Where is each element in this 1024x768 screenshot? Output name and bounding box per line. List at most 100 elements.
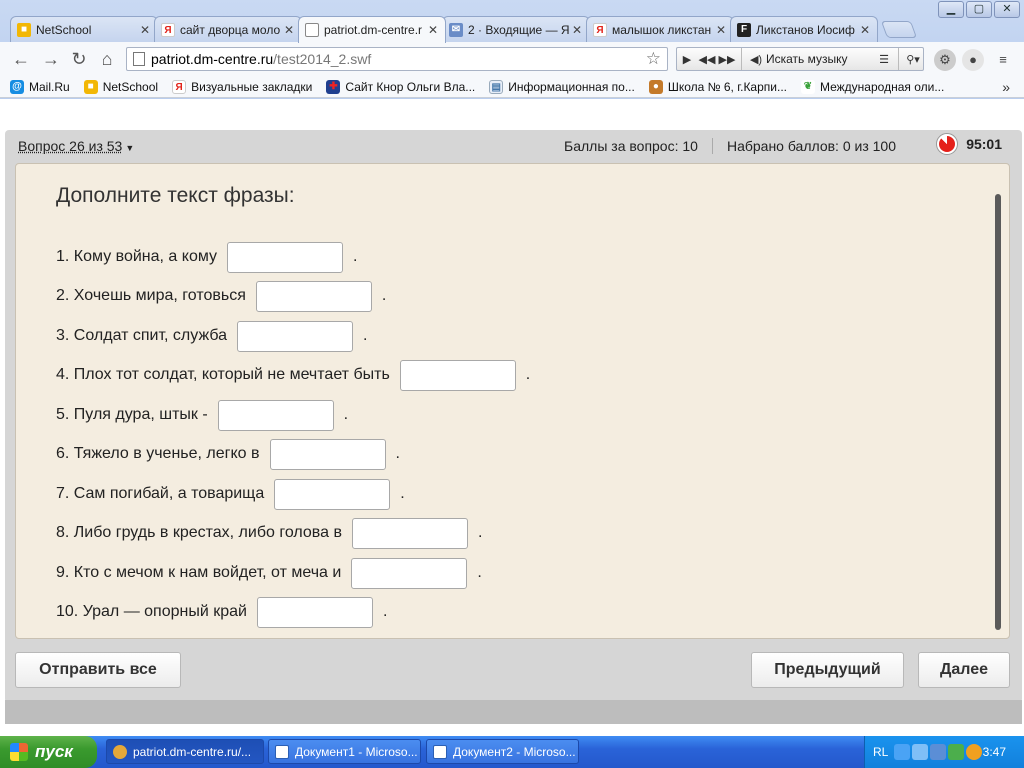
close-tab-icon[interactable]: ✕ [283,23,295,37]
tab-likstanov[interactable]: F Ликстанов Иосиф ✕ [730,16,878,42]
close-tab-icon[interactable]: ✕ [139,23,151,37]
submit-all-button[interactable]: Отправить все [15,652,181,688]
close-window-button[interactable]: ✕ [994,1,1020,18]
tray-back-icon[interactable] [894,744,910,760]
menu-icon[interactable]: ≡ [992,49,1014,71]
phrase-text: 4. Плох тот солдат, который не мечтает б… [56,366,390,383]
star-icon[interactable]: ☆ [646,49,661,69]
bookmark-netschool[interactable]: ■ NetSchool [83,79,158,94]
answer-input[interactable] [237,320,354,352]
yandex-icon: Я [593,22,607,37]
bookmark-label: Визуальные закладки [191,79,313,94]
tab-title: малышок ликстан [612,22,712,37]
bookmark-mailru[interactable]: @ Mail.Ru [10,79,70,94]
bookmarks-bar: @ Mail.Ru ■ NetSchool Я Визуальные закладки… [0,76,1024,98]
next-button[interactable]: Далее [918,652,1010,688]
minimize-button[interactable]: ▁ [938,1,964,18]
answer-input[interactable] [256,596,373,628]
word-icon [433,744,447,759]
language-indicator[interactable]: RL [873,745,888,759]
bookmark-olympiad[interactable]: ❦ Международная оли... [800,79,944,94]
answer-input[interactable] [255,280,372,312]
bookmark-label: Информационная по... [508,79,635,94]
window-controls: ▁ ▢ ✕ [938,1,1020,18]
close-tab-icon[interactable]: ✕ [859,23,871,37]
tab-malyshok[interactable]: Я малышок ликстан ✕ [586,16,734,42]
answer-input[interactable] [399,359,516,391]
windows-logo-icon [10,743,28,761]
phrase-text: 7. Сам погибай, а товарища [56,485,265,502]
forward-icon[interactable]: → [40,48,62,70]
close-tab-icon[interactable]: ✕ [715,23,727,37]
start-button[interactable]: пуск [0,736,97,768]
taskbar-item[interactable]: Документ2 - Microso... [426,739,579,764]
close-tab-icon[interactable]: ✕ [427,23,439,37]
bookmark-knor[interactable]: ✚ Сайт Кнор Ольги Вла... [326,79,476,94]
system-tray: RL 3:47 [864,736,1024,768]
back-icon[interactable]: ← [10,48,32,70]
previous-button[interactable]: Предыдущий [751,652,904,688]
monitor-icon[interactable] [930,744,946,760]
phrase-period: . [363,327,368,344]
more-bookmarks-icon[interactable]: » [1002,79,1010,95]
tray-app-icon[interactable] [966,744,982,760]
phrase-line: 9. Кто с мечом к нам войдет, от меча и . [56,557,482,589]
page-icon [305,23,319,37]
tab-title: 2 · Входящие — Я [468,22,570,37]
leaf-icon: ❦ [800,79,815,94]
address-bar[interactable]: patriot.dm-centre.ru/test2014_2.swf ☆ [126,47,668,71]
footer-strip [5,700,1022,724]
clock-icon [936,133,959,155]
answer-input[interactable] [274,478,391,510]
phrase-period: . [400,485,405,502]
fast-forward-icon[interactable]: ▶▶ [717,53,737,66]
uk-flag-icon: ✚ [326,79,341,94]
music-search-input[interactable]: Искать музыку [766,52,874,66]
taskbar-item[interactable]: Документ1 - Microso... [268,739,421,764]
answer-input[interactable] [351,557,468,589]
bookmark-visual[interactable]: Я Визуальные закладки [172,79,313,94]
notification-icon[interactable]: ● [962,49,984,71]
netschool-icon: ■ [83,79,98,94]
phrase-period: . [343,406,349,423]
tab-netschool[interactable]: ■ NetSchool ✕ [10,16,158,42]
speaker-icon[interactable]: ◀) [746,53,766,66]
answer-input[interactable] [217,399,334,431]
answer-input[interactable] [227,241,344,273]
scrollbar[interactable] [995,194,1001,630]
bookmark-label: Сайт Кнор Ольги Вла... [345,79,476,94]
rewind-icon[interactable]: ◀◀ [697,53,717,66]
word-icon [275,744,289,759]
network-icon[interactable] [912,744,928,760]
phrase-line: 10. Урал — опорный край . [56,596,388,628]
nvidia-icon[interactable] [948,744,964,760]
play-icon[interactable]: ▶ [677,53,697,66]
windows-taskbar: пуск patriot.dm-centre.ru/... Документ1 … [0,736,1024,768]
phrase-period: . [382,603,388,620]
divider [898,48,899,70]
new-tab-button[interactable] [880,21,918,38]
home-icon[interactable]: ⌂ [96,48,118,70]
bookmark-school[interactable]: ● Школа № 6, г.Карпи... [648,79,787,94]
browser-toolbar: ← → ↻ ⌂ patriot.dm-centre.ru/test2014_2.… [0,42,1024,76]
fr-icon: F [737,22,751,37]
answer-input[interactable] [269,438,386,470]
phrase-period: . [477,524,483,541]
reload-icon[interactable]: ↻ [68,48,90,70]
taskbar-item[interactable]: patriot.dm-centre.ru/... [106,739,264,764]
close-tab-icon[interactable]: ✕ [571,23,583,37]
divider [741,48,742,70]
search-icon[interactable]: ⚲▾ [903,53,923,66]
bookmark-info[interactable]: ▤ Информационная по... [489,79,635,94]
tab-patriot[interactable]: patriot.dm-centre.r ✕ [298,16,446,43]
phrase-line: 2. Хочешь мира, готовься . [56,280,386,312]
taskbar-item-label: patriot.dm-centre.ru/... [133,744,252,759]
tab-dvorets[interactable]: Я сайт дворца моло ✕ [154,16,302,42]
question-selector[interactable]: Вопрос 26 из 53 ▼ [18,138,134,154]
extension-icon[interactable]: ⚙ [934,49,956,71]
yandex-icon: Я [172,79,187,94]
menu-icon[interactable]: ☰ [874,53,894,66]
tab-mail[interactable]: ✉ 2 · Входящие — Я ✕ [442,16,590,42]
maximize-button[interactable]: ▢ [966,1,992,18]
answer-input[interactable] [351,517,468,549]
